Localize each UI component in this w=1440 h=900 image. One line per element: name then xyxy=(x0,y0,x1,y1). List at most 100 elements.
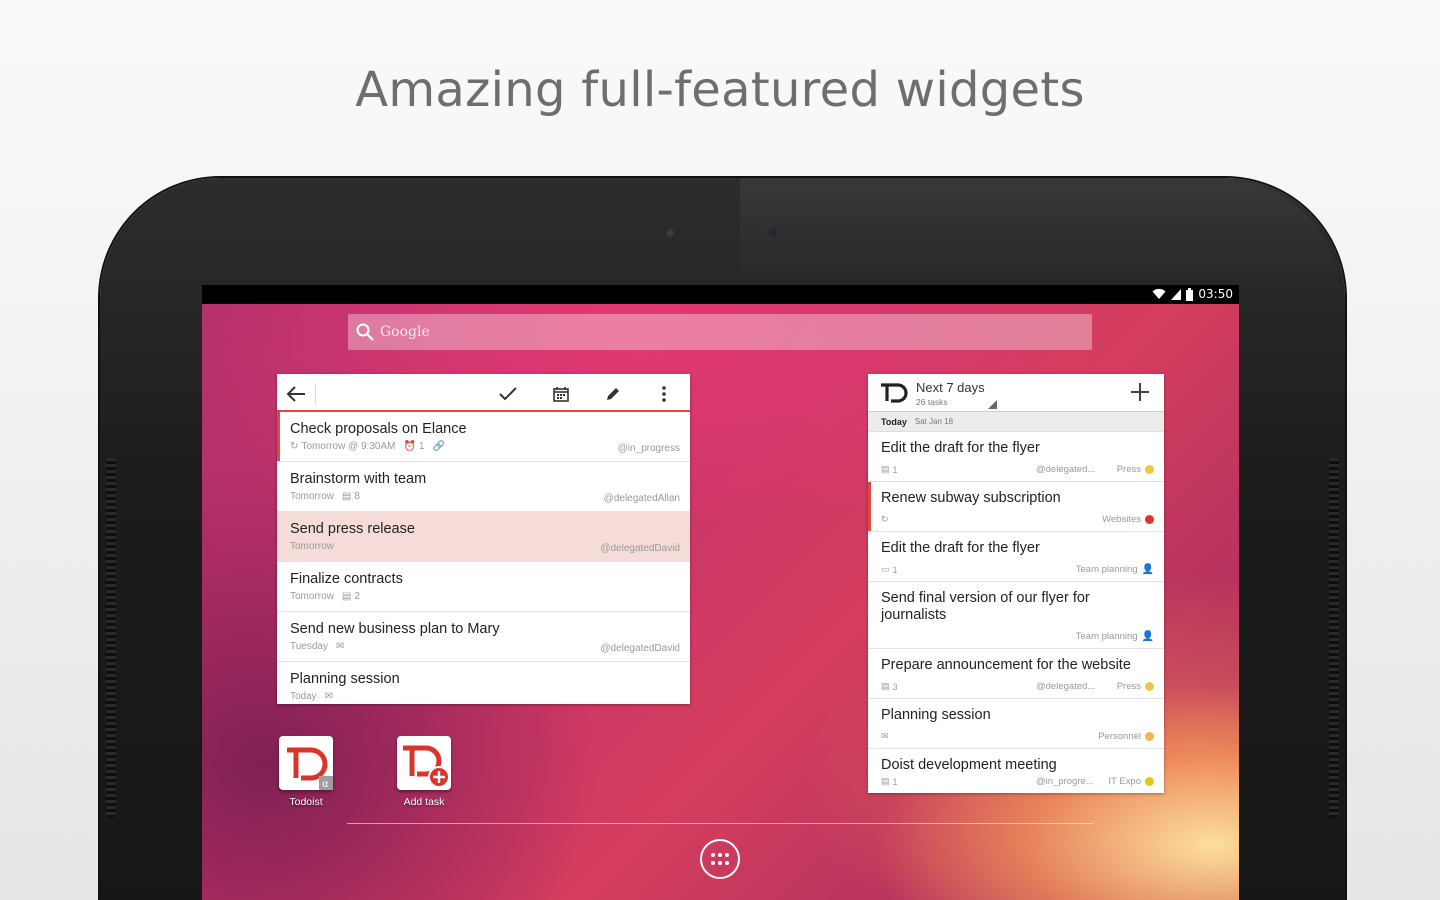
schedule-button[interactable] xyxy=(550,383,572,405)
comment-outline-icon: ▭ xyxy=(881,564,890,574)
task-title: Planning session xyxy=(881,707,991,723)
task-label: @in_progre... xyxy=(1036,776,1094,787)
task-title: Brainstorm with team xyxy=(290,471,427,487)
app-label: Todoist xyxy=(289,796,323,808)
wifi-icon xyxy=(1152,288,1166,299)
add-task-button[interactable] xyxy=(1130,382,1150,407)
task-item[interactable]: Doist development meeting ▤ 1 @in_progre.… xyxy=(868,749,1164,793)
task-item[interactable]: Planning session ✉ Personnel xyxy=(868,699,1164,749)
task-item[interactable]: Check proposals on Elance ↻ Tomorrow @ 9:… xyxy=(277,412,690,462)
project-color-dot xyxy=(1145,777,1154,786)
app-add-task[interactable]: Add task xyxy=(396,736,452,808)
project-color-dot xyxy=(1145,682,1154,691)
task-item-selected[interactable]: Send press release Tomorrow @delegatedDa… xyxy=(277,512,690,562)
task-title: Prepare announcement for the website xyxy=(881,657,1131,673)
arrow-back-icon xyxy=(286,386,305,402)
task-item[interactable]: Edit the draft for the flyer ▭ 1 Team pla… xyxy=(868,532,1164,582)
task-date: Today xyxy=(290,691,317,702)
task-meta: Tomorrow ▤ 2 xyxy=(290,591,680,602)
comment-icon: ▤ xyxy=(881,464,890,474)
project-color-dot xyxy=(1145,465,1154,474)
comment-count: 2 xyxy=(354,591,360,602)
dropdown-corner-icon xyxy=(988,400,997,409)
task-title: Edit the draft for the flyer xyxy=(881,540,1040,556)
task-count: 26 tasks xyxy=(916,397,948,407)
email-icon: ✉ xyxy=(324,691,334,702)
comment-count: 8 xyxy=(354,491,360,502)
project-name: Websites xyxy=(1102,514,1141,525)
comment-count: 1 xyxy=(892,464,898,475)
task-label: @delegatedDavid xyxy=(600,543,680,554)
search-placeholder: Google xyxy=(380,324,430,340)
toolbar-divider xyxy=(315,383,316,405)
calendar-icon xyxy=(553,387,569,402)
task-label: @in_progress xyxy=(617,443,680,454)
search-icon xyxy=(356,323,374,341)
app-drawer-button[interactable] xyxy=(700,839,740,879)
task-title: Send final version of our flyer for jour… xyxy=(881,590,1090,623)
headline: Amazing full-featured widgets xyxy=(355,62,1085,118)
task-date: Tomorrow xyxy=(290,491,334,502)
right-speaker xyxy=(1329,458,1339,818)
tablet-glare xyxy=(740,178,1340,298)
check-icon xyxy=(499,387,517,401)
project-name: Press xyxy=(1116,681,1141,692)
project-name: Team planning xyxy=(1075,631,1138,642)
task-meta: Today ✉ xyxy=(290,691,680,702)
google-search-bar[interactable]: Google xyxy=(348,314,1092,350)
comment-icon: ▤ xyxy=(341,491,352,502)
task-item[interactable]: Finalize contracts Tomorrow ▤ 2 xyxy=(277,562,690,612)
widget-header[interactable]: Next 7 days 26 tasks xyxy=(868,374,1164,412)
front-camera xyxy=(767,226,779,238)
task-title: Edit the draft for the flyer xyxy=(881,440,1040,456)
task-date: Tomorrow @ 9:30AM xyxy=(301,441,396,452)
task-item[interactable]: Send final version of our flyer for jour… xyxy=(868,582,1164,649)
task-title: Finalize contracts xyxy=(290,571,403,587)
comment-icon: ▤ xyxy=(881,681,890,691)
signal-icon xyxy=(1171,289,1182,300)
project-name: IT Expo xyxy=(1108,776,1141,787)
task-item[interactable]: Renew subway subscription ↻ Websites xyxy=(868,482,1164,532)
recurring-icon: ↻ xyxy=(290,441,299,452)
task-title: Renew subway subscription xyxy=(881,490,1061,506)
person-icon: 👤 xyxy=(1141,631,1154,642)
task-date: Tomorrow xyxy=(290,541,334,552)
dock-divider xyxy=(347,823,1093,824)
task-date: Tomorrow xyxy=(290,591,334,602)
task-item[interactable]: Brainstorm with team Tomorrow ▤ 8 @delega… xyxy=(277,462,690,512)
comment-icon: ▤ xyxy=(341,591,352,602)
person-icon: 👤 xyxy=(1141,564,1154,575)
app-todoist[interactable]: α Todoist xyxy=(278,736,334,808)
email-icon: ✉ xyxy=(881,731,889,741)
todoist-logo-icon xyxy=(881,383,908,403)
task-list-widget: Check proposals on Elance ↻ Tomorrow @ 9:… xyxy=(277,374,690,704)
back-button[interactable] xyxy=(285,383,307,405)
complete-button[interactable] xyxy=(497,383,519,405)
todoist-add-task-icon xyxy=(397,736,451,790)
edit-button[interactable] xyxy=(602,383,624,405)
task-label: @delegatedDavid xyxy=(600,643,680,654)
reminder-count: 1 xyxy=(418,441,425,452)
task-item[interactable]: Edit the draft for the flyer ▤ 1 @delegat… xyxy=(868,432,1164,482)
comment-count: 1 xyxy=(892,564,898,575)
project-color-dot xyxy=(1145,515,1154,524)
overflow-menu-button[interactable] xyxy=(653,383,675,405)
svg-text:α: α xyxy=(322,779,329,790)
project-name: Team planning xyxy=(1075,564,1138,575)
section-date: Sat Jan 18 xyxy=(914,417,954,426)
project-name: Personnel xyxy=(1098,731,1141,742)
task-item[interactable]: Prepare announcement for the website ▤ 3 … xyxy=(868,649,1164,699)
status-bar: 03:50 xyxy=(202,285,1239,304)
recurring-icon: ↻ xyxy=(881,514,889,524)
section-label: Today xyxy=(881,417,907,427)
task-label: @delegatedAllan xyxy=(603,493,680,504)
clock: 03:50 xyxy=(1198,287,1233,301)
pencil-icon xyxy=(607,388,619,400)
comment-count: 3 xyxy=(892,681,898,692)
overflow-menu-icon xyxy=(662,386,666,402)
task-title: Check proposals on Elance xyxy=(290,421,467,437)
left-speaker xyxy=(106,458,116,818)
task-item[interactable]: Send new business plan to Mary Tuesday ✉… xyxy=(277,612,690,662)
project-color-dot xyxy=(1145,732,1154,741)
task-item[interactable]: Planning session Today ✉ xyxy=(277,662,690,704)
